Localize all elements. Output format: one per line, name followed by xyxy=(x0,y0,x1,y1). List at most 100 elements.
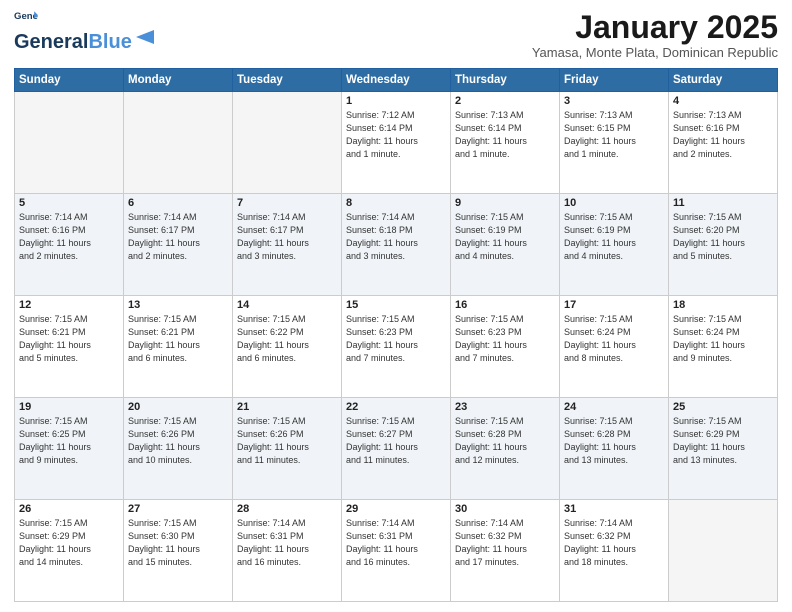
calendar-cell: 22 Sunrise: 7:15 AM Sunset: 6:27 PM Dayli… xyxy=(342,398,451,500)
day-info: Sunrise: 7:15 AM Sunset: 6:24 PM Dayligh… xyxy=(673,313,773,365)
day-number: 22 xyxy=(346,401,446,413)
calendar-cell: 12Sunrise: 7:15 AM Sunset: 6:21 PM Dayli… xyxy=(15,296,124,398)
day-number: 17 xyxy=(564,299,664,311)
calendar-cell: 21 Sunrise: 7:15 AM Sunset: 6:26 PM Dayli… xyxy=(233,398,342,500)
day-number: 3 xyxy=(564,95,664,107)
calendar-cell: 26 Sunrise: 7:15 AM Sunset: 6:29 PM Dayli… xyxy=(15,500,124,602)
weekday-header: Friday xyxy=(560,69,669,92)
weekday-header: Tuesday xyxy=(233,69,342,92)
day-info: Sunrise: 7:15 AM Sunset: 6:22 PM Dayligh… xyxy=(237,313,337,365)
weekday-header: Thursday xyxy=(451,69,560,92)
weekday-header: Monday xyxy=(124,69,233,92)
day-number: 5 xyxy=(19,197,119,209)
day-info: Sunrise: 7:15 AM Sunset: 6:27 PM Dayligh… xyxy=(346,415,446,467)
calendar-cell: 20 Sunrise: 7:15 AM Sunset: 6:26 PM Dayli… xyxy=(124,398,233,500)
day-info: Sunrise: 7:15 AM Sunset: 6:23 PM Dayligh… xyxy=(455,313,555,365)
day-number: 23 xyxy=(455,401,555,413)
day-number: 15 xyxy=(346,299,446,311)
logo-general: General xyxy=(14,31,88,54)
calendar-cell: 23 Sunrise: 7:15 AM Sunset: 6:28 PM Dayli… xyxy=(451,398,560,500)
day-info: Sunrise: 7:15 AM Sunset: 6:19 PM Dayligh… xyxy=(455,211,555,263)
day-info: Sunrise: 7:14 AM Sunset: 6:31 PM Dayligh… xyxy=(237,517,337,569)
calendar-cell xyxy=(669,500,778,602)
day-number: 19 xyxy=(19,401,119,413)
day-number: 25 xyxy=(673,401,773,413)
logo: General GeneralBlue xyxy=(14,10,156,54)
day-number: 16 xyxy=(455,299,555,311)
day-number: 10 xyxy=(564,197,664,209)
weekday-header: Wednesday xyxy=(342,69,451,92)
day-number: 7 xyxy=(237,197,337,209)
day-number: 26 xyxy=(19,503,119,515)
day-number: 13 xyxy=(128,299,228,311)
calendar-cell: 15Sunrise: 7:15 AM Sunset: 6:23 PM Dayli… xyxy=(342,296,451,398)
day-info: Sunrise: 7:15 AM Sunset: 6:24 PM Dayligh… xyxy=(564,313,664,365)
day-info: Sunrise: 7:15 AM Sunset: 6:26 PM Dayligh… xyxy=(128,415,228,467)
day-info: Sunrise: 7:15 AM Sunset: 6:28 PM Dayligh… xyxy=(455,415,555,467)
calendar-cell: 13 Sunrise: 7:15 AM Sunset: 6:21 PM Dayli… xyxy=(124,296,233,398)
day-number: 21 xyxy=(237,401,337,413)
day-info: Sunrise: 7:15 AM Sunset: 6:19 PM Dayligh… xyxy=(564,211,664,263)
weekday-header: Sunday xyxy=(15,69,124,92)
day-number: 9 xyxy=(455,197,555,209)
day-number: 8 xyxy=(346,197,446,209)
day-number: 11 xyxy=(673,197,773,209)
calendar-cell: 5 Sunrise: 7:14 AM Sunset: 6:16 PM Daylig… xyxy=(15,194,124,296)
day-info: Sunrise: 7:12 AM Sunset: 6:14 PM Dayligh… xyxy=(346,109,446,161)
day-info: Sunrise: 7:15 AM Sunset: 6:21 PM Dayligh… xyxy=(128,313,228,365)
logo-blue: Blue xyxy=(88,31,131,54)
day-info: Sunrise: 7:15 AM Sunset: 6:25 PM Dayligh… xyxy=(19,415,119,467)
day-info: Sunrise: 7:14 AM Sunset: 6:32 PM Dayligh… xyxy=(455,517,555,569)
day-info: Sunrise: 7:13 AM Sunset: 6:15 PM Dayligh… xyxy=(564,109,664,161)
calendar-cell: 2Sunrise: 7:13 AM Sunset: 6:14 PM Daylig… xyxy=(451,92,560,194)
calendar-cell xyxy=(124,92,233,194)
calendar-cell: 4 Sunrise: 7:13 AM Sunset: 6:16 PM Daylig… xyxy=(669,92,778,194)
calendar-cell: 1Sunrise: 7:12 AM Sunset: 6:14 PM Daylig… xyxy=(342,92,451,194)
calendar-cell: 6 Sunrise: 7:14 AM Sunset: 6:17 PM Daylig… xyxy=(124,194,233,296)
day-number: 30 xyxy=(455,503,555,515)
title-block: January 2025 Yamasa, Monte Plata, Domini… xyxy=(532,10,778,60)
day-info: Sunrise: 7:14 AM Sunset: 6:16 PM Dayligh… xyxy=(19,211,119,263)
day-info: Sunrise: 7:13 AM Sunset: 6:16 PM Dayligh… xyxy=(673,109,773,161)
day-number: 2 xyxy=(455,95,555,107)
calendar-cell: 7 Sunrise: 7:14 AM Sunset: 6:17 PM Daylig… xyxy=(233,194,342,296)
day-info: Sunrise: 7:14 AM Sunset: 6:17 PM Dayligh… xyxy=(128,211,228,263)
day-number: 18 xyxy=(673,299,773,311)
day-info: Sunrise: 7:15 AM Sunset: 6:20 PM Dayligh… xyxy=(673,211,773,263)
day-number: 20 xyxy=(128,401,228,413)
day-info: Sunrise: 7:15 AM Sunset: 6:28 PM Dayligh… xyxy=(564,415,664,467)
month-title: January 2025 xyxy=(532,10,778,45)
day-info: Sunrise: 7:14 AM Sunset: 6:31 PM Dayligh… xyxy=(346,517,446,569)
calendar-cell: 27Sunrise: 7:15 AM Sunset: 6:30 PM Dayli… xyxy=(124,500,233,602)
day-info: Sunrise: 7:15 AM Sunset: 6:21 PM Dayligh… xyxy=(19,313,119,365)
calendar-cell: 14 Sunrise: 7:15 AM Sunset: 6:22 PM Dayli… xyxy=(233,296,342,398)
calendar-cell: 19 Sunrise: 7:15 AM Sunset: 6:25 PM Dayli… xyxy=(15,398,124,500)
header: General GeneralBlue January 2025 Yamasa,… xyxy=(14,10,778,60)
calendar-cell: 25 Sunrise: 7:15 AM Sunset: 6:29 PM Dayli… xyxy=(669,398,778,500)
calendar-cell: 17 Sunrise: 7:15 AM Sunset: 6:24 PM Dayli… xyxy=(560,296,669,398)
logo-icon: General xyxy=(14,10,38,24)
day-info: Sunrise: 7:15 AM Sunset: 6:26 PM Dayligh… xyxy=(237,415,337,467)
day-number: 14 xyxy=(237,299,337,311)
day-info: Sunrise: 7:14 AM Sunset: 6:18 PM Dayligh… xyxy=(346,211,446,263)
day-number: 6 xyxy=(128,197,228,209)
day-info: Sunrise: 7:15 AM Sunset: 6:29 PM Dayligh… xyxy=(19,517,119,569)
day-number: 29 xyxy=(346,503,446,515)
day-info: Sunrise: 7:14 AM Sunset: 6:32 PM Dayligh… xyxy=(564,517,664,569)
calendar-cell: 16 Sunrise: 7:15 AM Sunset: 6:23 PM Dayli… xyxy=(451,296,560,398)
page: General GeneralBlue January 2025 Yamasa,… xyxy=(0,0,792,612)
calendar-cell: 18 Sunrise: 7:15 AM Sunset: 6:24 PM Dayli… xyxy=(669,296,778,398)
day-number: 4 xyxy=(673,95,773,107)
calendar-cell: 9 Sunrise: 7:15 AM Sunset: 6:19 PM Daylig… xyxy=(451,194,560,296)
calendar-cell xyxy=(233,92,342,194)
calendar-cell: 8 Sunrise: 7:14 AM Sunset: 6:18 PM Daylig… xyxy=(342,194,451,296)
weekday-header: Saturday xyxy=(669,69,778,92)
day-info: Sunrise: 7:14 AM Sunset: 6:17 PM Dayligh… xyxy=(237,211,337,263)
day-number: 31 xyxy=(564,503,664,515)
calendar-cell: 3 Sunrise: 7:13 AM Sunset: 6:15 PM Daylig… xyxy=(560,92,669,194)
day-number: 24 xyxy=(564,401,664,413)
calendar-cell: 30 Sunrise: 7:14 AM Sunset: 6:32 PM Dayli… xyxy=(451,500,560,602)
day-info: Sunrise: 7:15 AM Sunset: 6:29 PM Dayligh… xyxy=(673,415,773,467)
calendar-cell: 24 Sunrise: 7:15 AM Sunset: 6:28 PM Dayli… xyxy=(560,398,669,500)
day-number: 28 xyxy=(237,503,337,515)
